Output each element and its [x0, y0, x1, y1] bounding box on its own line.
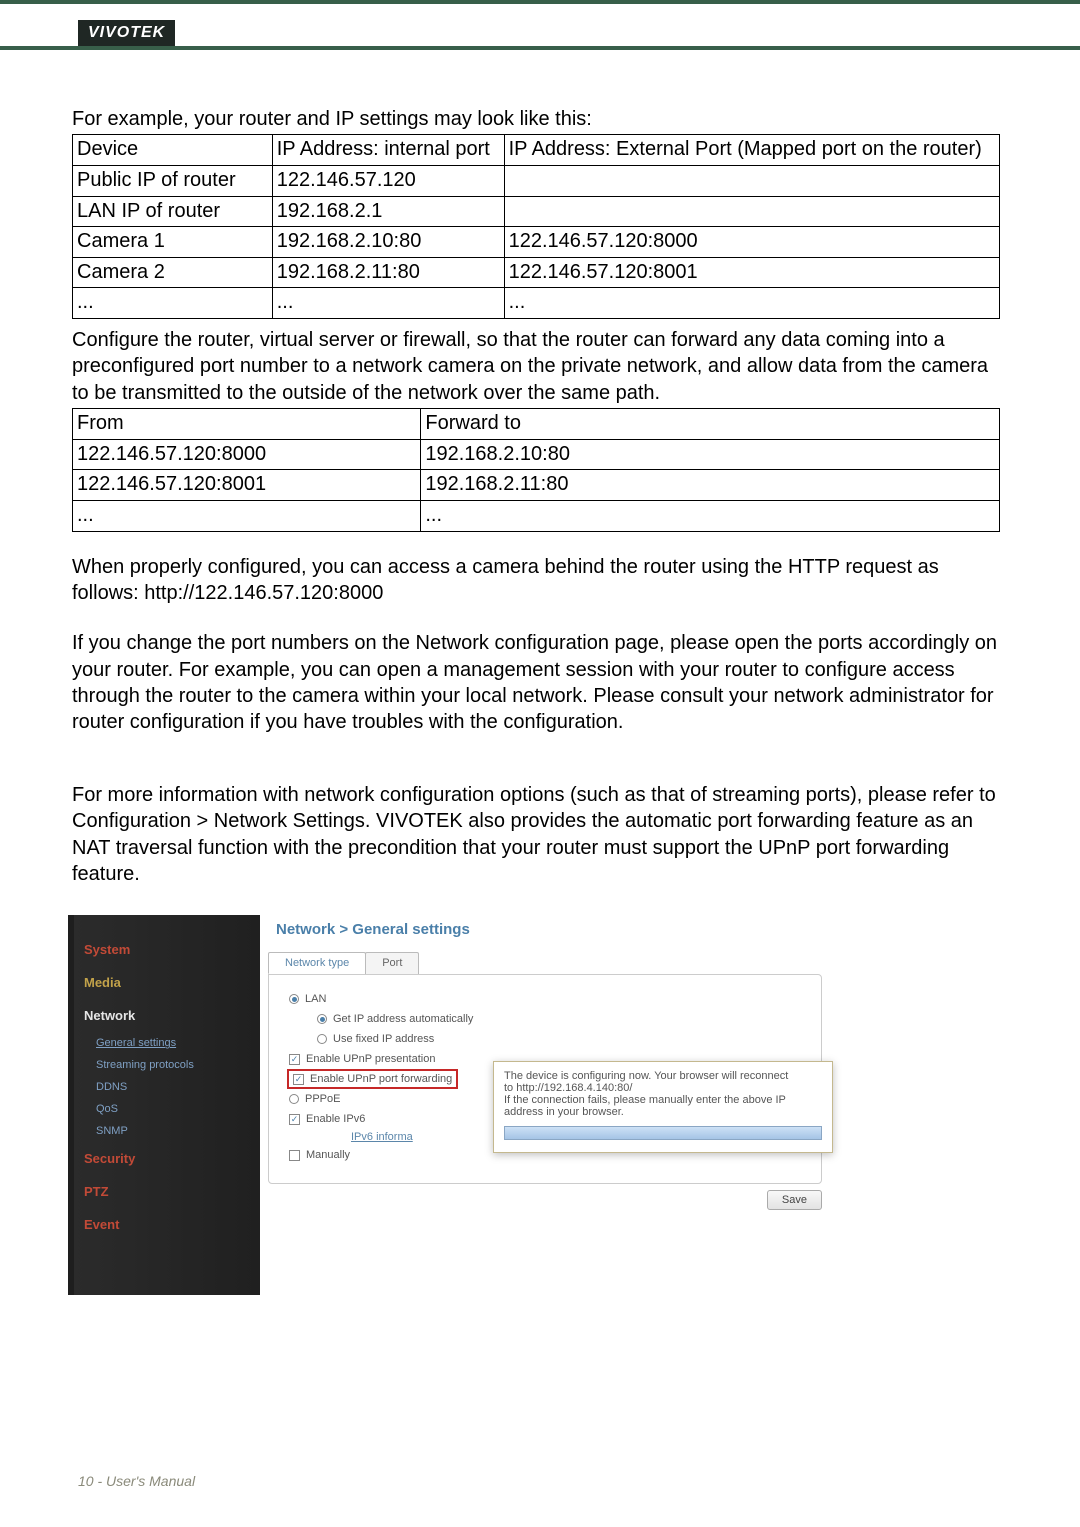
- radio-pppoe-label: PPPoE: [305, 1093, 340, 1105]
- radio-lan-label: LAN: [305, 993, 326, 1005]
- col-forward-to: Forward to: [421, 409, 1000, 440]
- popup-line: address in your browser.: [504, 1106, 822, 1118]
- checkbox-manually[interactable]: [289, 1150, 300, 1161]
- reconnect-popup: The device is configuring now. Your brow…: [493, 1061, 833, 1153]
- popup-line: If the connection fails, please manually…: [504, 1094, 822, 1106]
- radio-auto-ip[interactable]: [317, 1014, 327, 1024]
- brand-logo: VIVOTEK: [78, 20, 175, 46]
- checkbox-manually-label: Manually: [306, 1149, 350, 1161]
- tab-network-type[interactable]: Network type: [268, 952, 366, 974]
- table-row: 122.146.57.120:8000192.168.2.10:80: [73, 439, 1000, 470]
- intro-text: For example, your router and IP settings…: [72, 106, 1000, 132]
- radio-auto-ip-label: Get IP address automatically: [333, 1013, 473, 1025]
- checkbox-upnp-presentation[interactable]: [289, 1054, 300, 1065]
- tab-panel-network-type: LAN Get IP address automatically Use fix…: [268, 974, 822, 1184]
- progress-bar: [504, 1126, 822, 1140]
- sidebar-sub-streaming[interactable]: Streaming protocols: [74, 1054, 260, 1076]
- radio-lan[interactable]: [289, 994, 299, 1004]
- tab-port[interactable]: Port: [365, 952, 419, 974]
- paragraph-more-info: For more information with network config…: [72, 782, 1000, 888]
- table-row: .........: [73, 288, 1000, 319]
- paragraph-port-note: If you change the port numbers on the Ne…: [72, 630, 1000, 736]
- table-header-row: From Forward to: [73, 409, 1000, 440]
- checkbox-ipv6[interactable]: [289, 1114, 300, 1125]
- sidebar-item-event[interactable]: Event: [74, 1208, 260, 1241]
- sidebar-item-system[interactable]: System: [74, 933, 260, 966]
- forwarding-table: From Forward to 122.146.57.120:8000192.1…: [72, 408, 1000, 531]
- paragraph-access-url: When properly configured, you can access…: [72, 554, 1000, 607]
- sidebar-item-network[interactable]: Network: [74, 999, 260, 1032]
- network-settings-screenshot: System Media Network General settings St…: [68, 915, 856, 1295]
- breadcrumb: Network > General settings: [262, 915, 840, 952]
- popup-line: The device is configuring now. Your brow…: [504, 1070, 822, 1082]
- ip-settings-table: Device IP Address: internal port IP Addr…: [72, 134, 1000, 319]
- checkbox-upnp-presentation-label: Enable UPnP presentation: [306, 1053, 435, 1065]
- sidebar-item-security[interactable]: Security: [74, 1142, 260, 1175]
- save-button[interactable]: Save: [767, 1190, 822, 1210]
- table-row: LAN IP of router192.168.2.1: [73, 196, 1000, 227]
- radio-fixed-ip[interactable]: [317, 1034, 327, 1044]
- table-row: Public IP of router122.146.57.120: [73, 165, 1000, 196]
- sidebar-item-ptz[interactable]: PTZ: [74, 1175, 260, 1208]
- sidebar-item-media[interactable]: Media: [74, 966, 260, 999]
- checkbox-upnp-forwarding-label: Enable UPnP port forwarding: [310, 1073, 452, 1085]
- sidebar-sub-qos[interactable]: QoS: [74, 1098, 260, 1120]
- col-device: Device: [73, 135, 273, 166]
- sidebar-sub-ddns[interactable]: DDNS: [74, 1076, 260, 1098]
- paragraph-configure-router: Configure the router, virtual server or …: [72, 327, 1000, 406]
- link-ipv6-info[interactable]: IPv6 informa: [351, 1131, 413, 1143]
- table-row: Camera 1192.168.2.10:80122.146.57.120:80…: [73, 227, 1000, 258]
- page-footer: 10 - User's Manual: [78, 1473, 195, 1489]
- table-row: ......: [73, 500, 1000, 531]
- sidebar-sub-snmp[interactable]: SNMP: [74, 1120, 260, 1142]
- checkbox-ipv6-label: Enable IPv6: [306, 1113, 365, 1125]
- checkbox-upnp-forwarding[interactable]: [293, 1074, 304, 1085]
- col-from: From: [73, 409, 421, 440]
- settings-sidebar: System Media Network General settings St…: [74, 915, 260, 1295]
- col-external: IP Address: External Port (Mapped port o…: [504, 135, 999, 166]
- radio-pppoe[interactable]: [289, 1094, 299, 1104]
- table-row: Camera 2192.168.2.11:80122.146.57.120:80…: [73, 257, 1000, 288]
- popup-line: to http://192.168.4.140:80/: [504, 1082, 822, 1094]
- table-header-row: Device IP Address: internal port IP Addr…: [73, 135, 1000, 166]
- table-row: 122.146.57.120:8001192.168.2.11:80: [73, 470, 1000, 501]
- sidebar-sub-general[interactable]: General settings: [74, 1032, 260, 1054]
- radio-fixed-ip-label: Use fixed IP address: [333, 1033, 434, 1045]
- col-internal: IP Address: internal port: [272, 135, 504, 166]
